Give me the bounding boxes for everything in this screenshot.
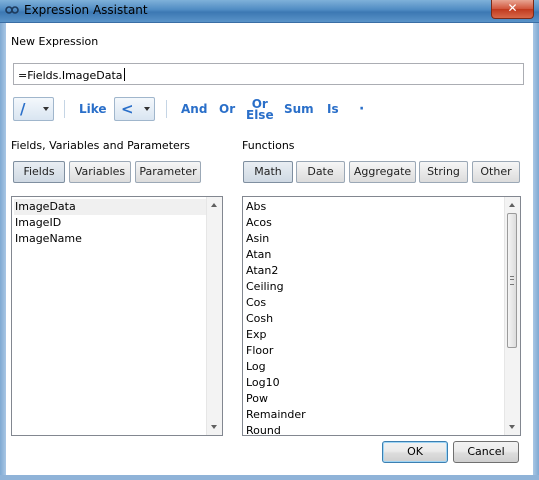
- toolbar-separator: [166, 100, 167, 118]
- fields-section-label: Fields, Variables and Parameters: [11, 139, 191, 152]
- window-frame-bottom: [0, 475, 539, 480]
- app-icon: [5, 6, 19, 14]
- functions-scrollbar[interactable]: [504, 197, 520, 435]
- comparison-operator-dropdown[interactable]: <: [114, 97, 155, 121]
- list-item[interactable]: Floor: [245, 343, 273, 359]
- list-item[interactable]: Pow: [245, 391, 268, 407]
- list-item[interactable]: Log10: [245, 375, 280, 391]
- scroll-up-icon[interactable]: [211, 203, 217, 207]
- list-item[interactable]: ImageID: [14, 215, 61, 231]
- tab-variables[interactable]: Variables: [69, 161, 131, 183]
- close-icon: ✕: [507, 1, 518, 15]
- tab-date[interactable]: Date: [296, 161, 345, 183]
- expression-value: =Fields.ImageData: [18, 68, 125, 82]
- scrollbar-thumb[interactable]: [507, 213, 517, 348]
- list-item[interactable]: ImageData: [14, 199, 208, 215]
- text-caret: [123, 68, 125, 81]
- tab-other[interactable]: Other: [472, 161, 520, 183]
- cancel-button[interactable]: Cancel: [453, 441, 519, 463]
- dialog-body: New Expression =Fields.ImageData / Like …: [6, 23, 533, 475]
- window-frame-right: [533, 23, 539, 480]
- list-item[interactable]: Cosh: [245, 311, 273, 327]
- arithmetic-operator-dropdown[interactable]: /: [13, 97, 54, 121]
- chevron-down-icon: [43, 107, 49, 111]
- list-item[interactable]: Cos: [245, 295, 266, 311]
- fields-scrollbar[interactable]: [206, 197, 222, 435]
- comparison-operator-value: <: [121, 100, 134, 118]
- ok-button[interactable]: OK: [382, 441, 448, 463]
- list-item[interactable]: Asin: [245, 231, 269, 247]
- title-bar: Expression Assistant ✕: [0, 0, 539, 23]
- list-item[interactable]: ImageName: [14, 231, 82, 247]
- scroll-down-icon[interactable]: [211, 425, 217, 429]
- list-item[interactable]: Log: [245, 359, 266, 375]
- list-item[interactable]: Remainder: [245, 407, 306, 423]
- tab-math[interactable]: Math: [243, 161, 293, 183]
- list-item[interactable]: Atan: [245, 247, 271, 263]
- close-button[interactable]: ✕: [491, 0, 534, 19]
- list-item[interactable]: Acos: [245, 215, 272, 231]
- functions-list[interactable]: Abs Acos Asin Atan Atan2 Ceiling Cos Cos…: [242, 196, 521, 436]
- scroll-down-icon[interactable]: [509, 425, 515, 429]
- like-operator-button[interactable]: Like: [79, 103, 107, 115]
- toolbar-separator: [64, 100, 65, 118]
- chevron-down-icon: [144, 107, 150, 111]
- tab-fields[interactable]: Fields: [13, 161, 65, 183]
- sum-operator-button[interactable]: Sum: [284, 103, 314, 115]
- fields-list[interactable]: ImageData ImageID ImageName: [11, 196, 223, 436]
- list-item[interactable]: Ceiling: [245, 279, 284, 295]
- tab-string[interactable]: String: [419, 161, 468, 183]
- expression-input[interactable]: =Fields.ImageData: [13, 63, 524, 85]
- or-operator-button[interactable]: Or: [219, 103, 235, 115]
- list-item[interactable]: Abs: [245, 199, 266, 215]
- is-operator-button[interactable]: Is: [327, 103, 339, 115]
- window-title: Expression Assistant: [24, 3, 148, 17]
- list-item[interactable]: Atan2: [245, 263, 278, 279]
- new-expression-label: New Expression: [11, 35, 99, 48]
- or-else-operator-button[interactable]: Or Else: [246, 98, 274, 122]
- grip-icon: [510, 276, 514, 285]
- arithmetic-operator-value: /: [20, 100, 26, 118]
- and-operator-button[interactable]: And: [181, 103, 207, 115]
- scroll-up-icon[interactable]: [509, 203, 515, 207]
- list-item[interactable]: Exp: [245, 327, 266, 343]
- tab-parameter[interactable]: Parameter: [135, 161, 201, 183]
- or-else-line2: Else: [246, 108, 274, 122]
- functions-section-label: Functions: [242, 139, 295, 152]
- concat-operator-button[interactable]: ·: [359, 102, 364, 116]
- tab-aggregate[interactable]: Aggregate: [349, 161, 416, 183]
- list-item[interactable]: Round: [245, 423, 281, 435]
